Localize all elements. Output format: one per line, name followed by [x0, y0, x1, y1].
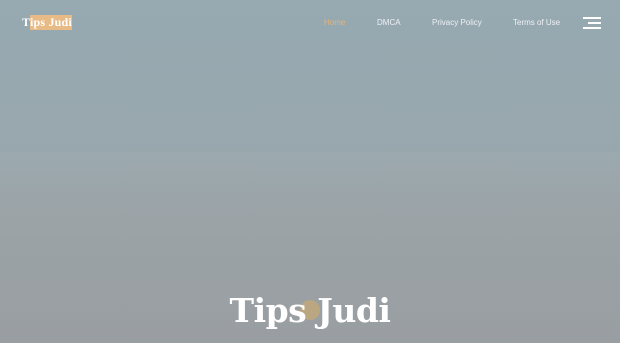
nav-item-dmca[interactable]: DMCA: [377, 16, 401, 29]
nav-item-home[interactable]: Home: [324, 16, 345, 29]
menu-line: [583, 27, 601, 29]
logo-text: Tips Judi: [22, 15, 72, 29]
hamburger-menu-icon[interactable]: [583, 16, 601, 29]
site-logo[interactable]: Tips Judi: [22, 15, 72, 30]
hero-title-text: Tips Judi: [229, 291, 391, 330]
menu-line: [588, 22, 601, 24]
menu-line: [583, 17, 601, 19]
nav-item-privacy-policy[interactable]: Privacy Policy: [432, 16, 482, 29]
top-navbar: Tips Judi Home DMCA Privacy Policy Terms…: [0, 0, 620, 44]
hero-title: Tips Judi: [0, 290, 620, 332]
nav-item-terms-of-use[interactable]: Terms of Use: [513, 16, 560, 29]
page: Tips Judi Home DMCA Privacy Policy Terms…: [0, 0, 620, 343]
